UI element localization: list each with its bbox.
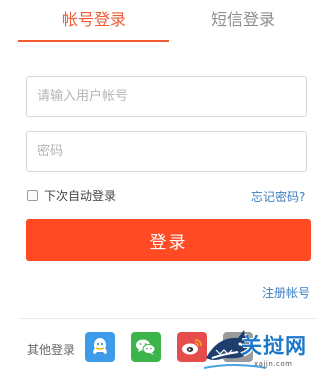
login-button[interactable]: 登录 [26,219,311,261]
forgot-password-link[interactable]: 忘记密码? [251,188,305,205]
divider [18,318,318,319]
wechat-icon [136,339,156,355]
weibo-login-button[interactable] [177,332,207,362]
register-link[interactable]: 注册帐号 [262,284,310,301]
wechat-login-button[interactable] [131,332,161,362]
other-login-label: 其他登录 [27,343,76,357]
remember-me-label[interactable]: 下次自动登录 [44,187,116,204]
username-input[interactable] [26,76,307,117]
watermark-text: 关挝网 [241,334,307,358]
remember-me-checkbox[interactable] [27,189,38,201]
watermark-url: xajjn.com [254,360,293,368]
tab-sms-login[interactable]: 短信登录 [211,10,275,30]
active-tab-underline [18,40,169,42]
qq-icon [93,338,107,354]
remember-me[interactable]: 下次自动登录 [27,187,116,203]
password-input[interactable] [26,131,307,172]
login-tabs: 帐号登录 短信登录 [0,0,336,44]
qq-login-button[interactable] [85,332,115,362]
weibo-icon [182,339,202,355]
tab-account-login[interactable]: 帐号登录 [62,10,126,30]
